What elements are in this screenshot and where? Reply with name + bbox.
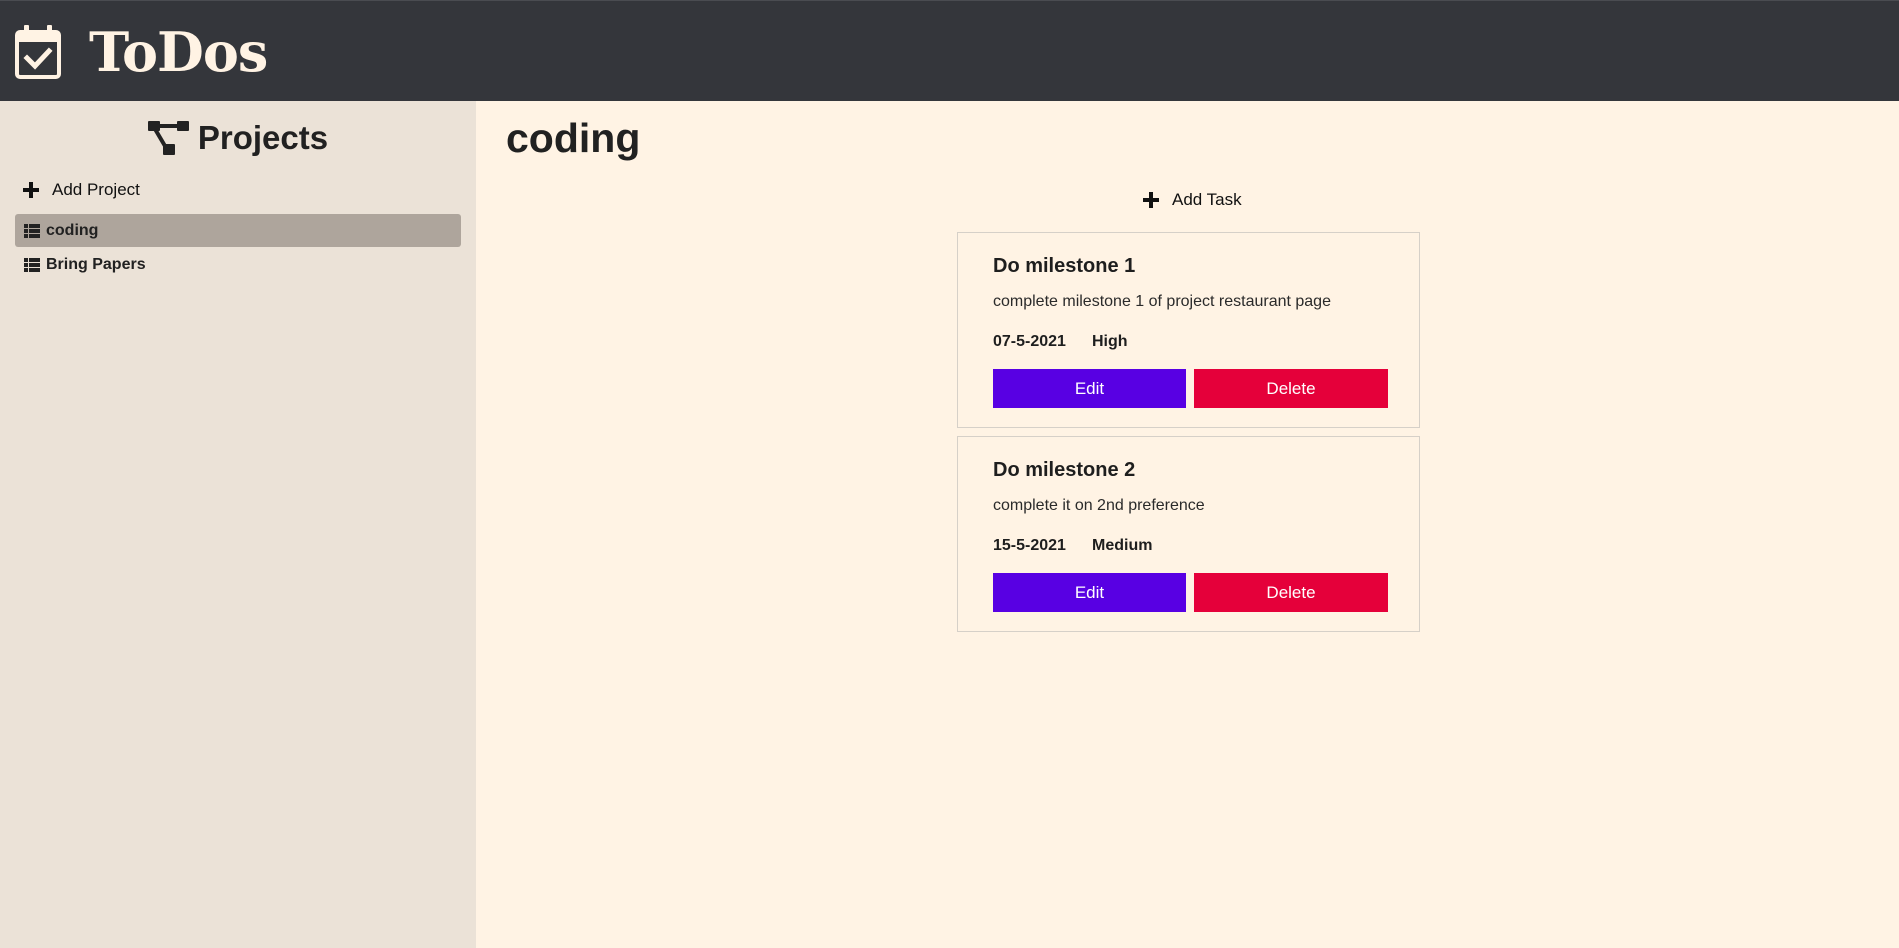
calendar-check-icon	[15, 25, 61, 79]
edit-task-button[interactable]: Edit	[993, 573, 1186, 612]
task-priority: High	[1092, 333, 1128, 350]
add-project-button[interactable]: Add Project	[22, 177, 140, 203]
plus-icon	[1143, 192, 1159, 208]
list-icon	[24, 223, 40, 238]
delete-task-button[interactable]: Delete	[1194, 573, 1388, 612]
add-project-label: Add Project	[52, 180, 140, 199]
projects-heading: Projects	[0, 113, 476, 163]
projects-title: Projects	[197, 119, 329, 156]
edit-task-button[interactable]: Edit	[993, 369, 1186, 408]
main-content: coding Add Task Do milestone 1 complete …	[476, 101, 1899, 948]
project-title: coding	[506, 115, 641, 161]
project-list: coding Bring Papers	[15, 214, 461, 282]
project-item-label: Bring Papers	[46, 255, 146, 273]
task-description: complete milestone 1 of project restaura…	[993, 293, 1331, 310]
sidebar: Projects Add Project coding Bring Papers	[0, 101, 476, 948]
task-due-date: 15-5-2021	[993, 537, 1066, 554]
add-task-label: Add Task	[1172, 190, 1242, 209]
list-icon	[24, 257, 40, 272]
task-description: complete it on 2nd preference	[993, 497, 1205, 514]
project-item-label: coding	[46, 221, 99, 239]
task-card: Do milestone 2 complete it on 2nd prefer…	[957, 436, 1420, 632]
app-title: ToDos	[89, 20, 268, 84]
task-title: Do milestone 1	[993, 255, 1136, 277]
project-diagram-icon	[147, 121, 189, 155]
task-due-date: 07-5-2021	[993, 333, 1066, 350]
project-item-bring-papers[interactable]: Bring Papers	[15, 248, 461, 281]
project-item-coding[interactable]: coding	[15, 214, 461, 247]
task-title: Do milestone 2	[993, 459, 1136, 481]
task-priority: Medium	[1092, 537, 1153, 554]
task-card: Do milestone 1 complete milestone 1 of p…	[957, 232, 1420, 428]
delete-task-button[interactable]: Delete	[1194, 369, 1388, 408]
add-task-button[interactable]: Add Task	[1142, 187, 1242, 213]
plus-icon	[23, 182, 39, 198]
app-header: ToDos	[0, 0, 1899, 101]
